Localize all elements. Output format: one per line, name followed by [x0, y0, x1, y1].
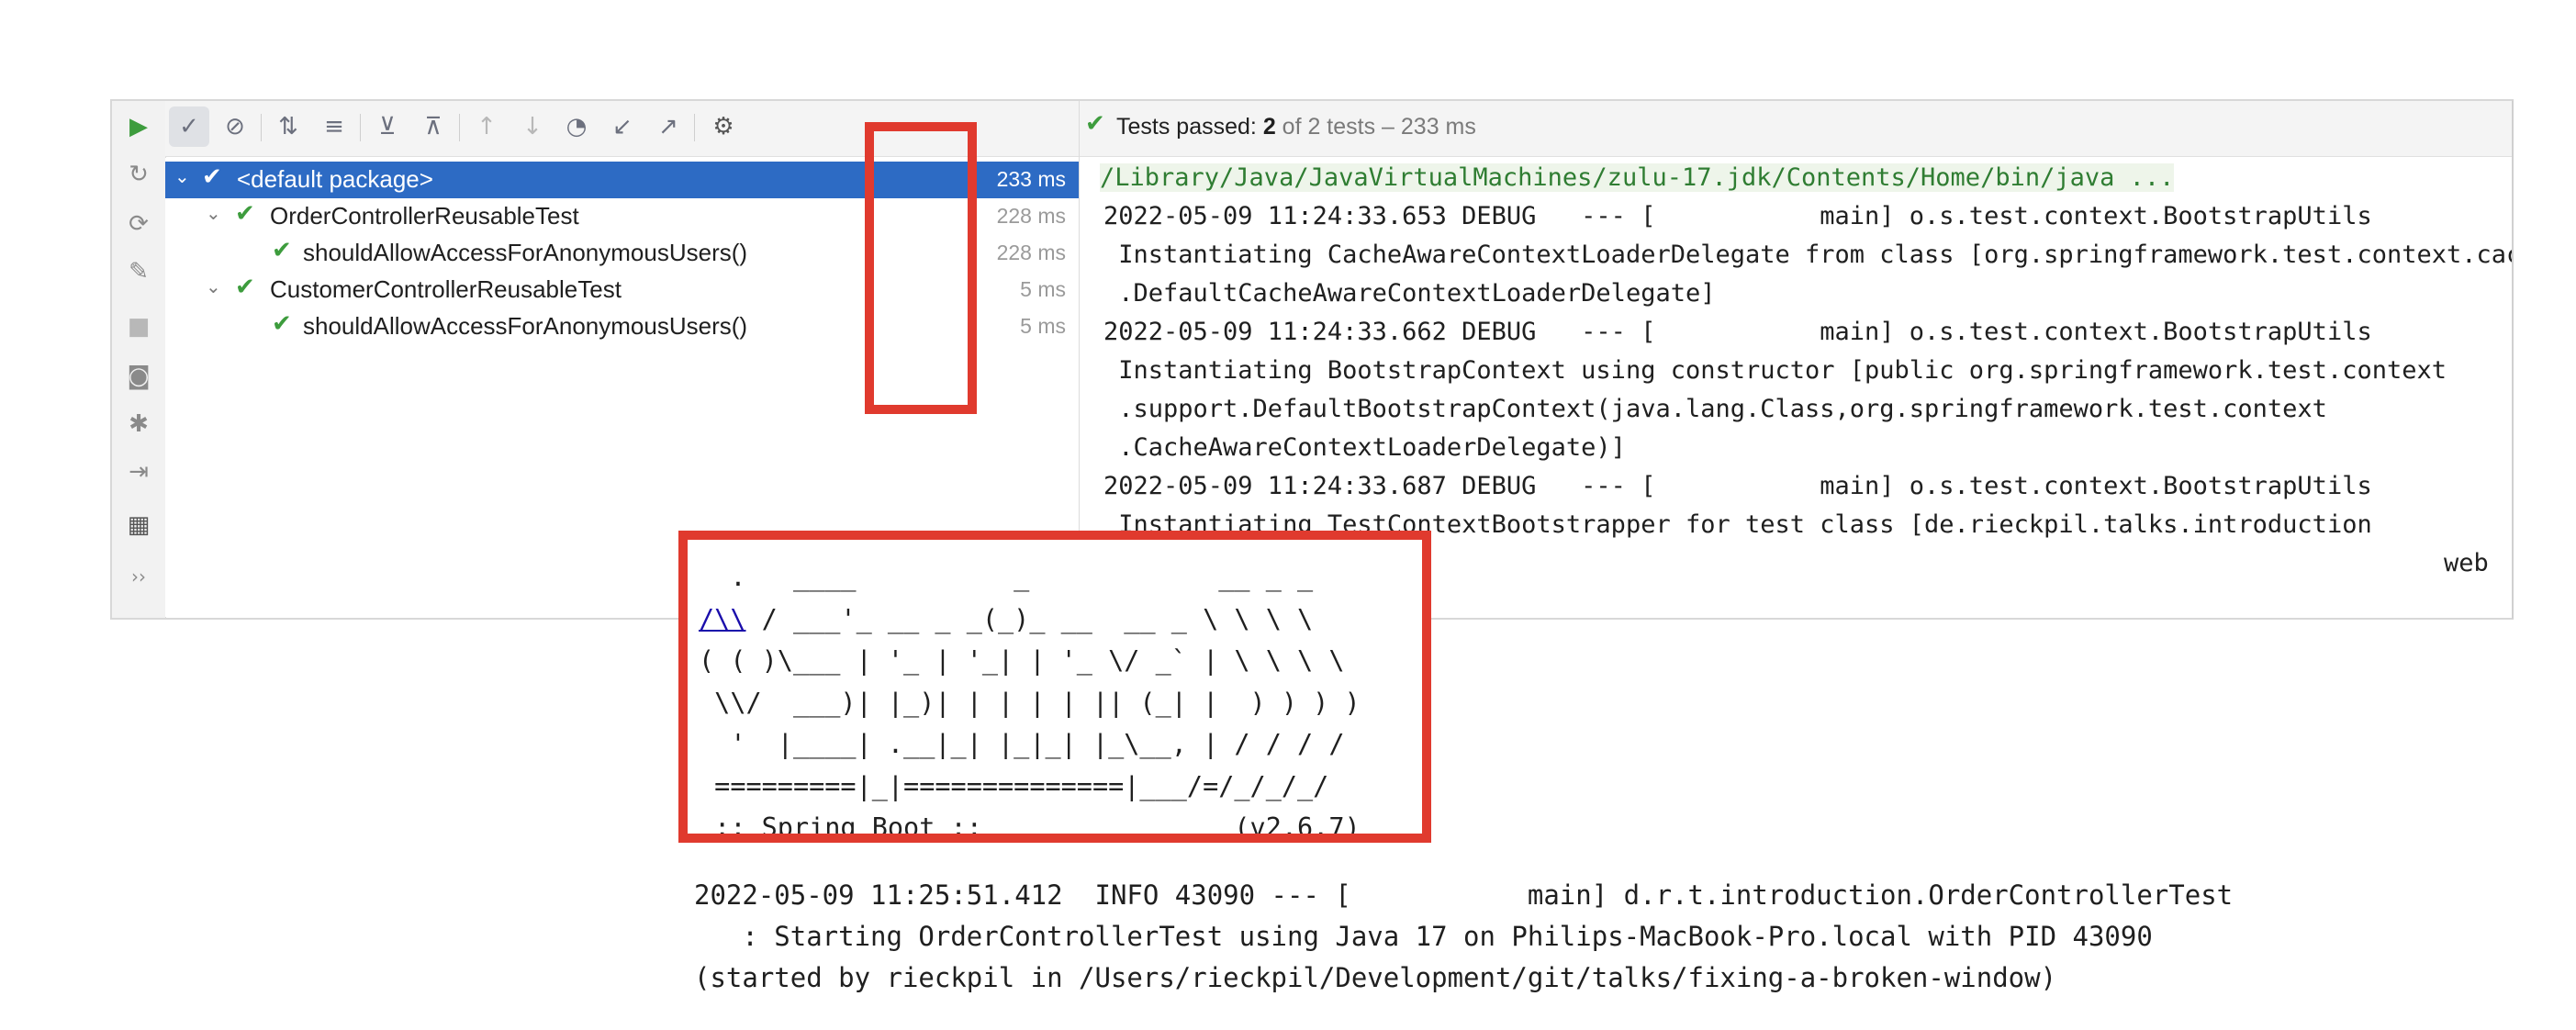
check-icon: ✔	[202, 163, 222, 191]
layout-icon[interactable]: ▦	[112, 505, 165, 545]
settings-icon[interactable]: ⚙	[703, 106, 744, 147]
check-icon: ✔	[235, 274, 255, 301]
prev-failed-icon[interactable]: ↑	[466, 106, 507, 147]
export-icon[interactable]: ↗	[648, 106, 689, 147]
chevron-down-icon[interactable]: ⌄	[206, 275, 221, 297]
check-icon: ✔	[1085, 110, 1105, 138]
run-icon[interactable]: ▶	[112, 106, 165, 147]
tree-row-label: shouldAllowAccessForAnonymousUsers()	[303, 312, 748, 340]
wrench-icon[interactable]: ✎	[112, 252, 165, 292]
cancel-icon[interactable]: ⊘	[215, 106, 255, 147]
banner-line: ' |____| .__|_| |_|_| |_\__, | / / / /	[699, 729, 1345, 759]
tree-row-time: 228 ms	[996, 241, 1066, 264]
banner-link[interactable]: /\\	[699, 604, 745, 634]
show-passed-check-icon[interactable]: ✓	[169, 106, 209, 147]
tree-row-time: 5 ms	[1020, 314, 1066, 338]
test-status-bar: ✔ Tests passed: 2 of 2 tests – 233 ms	[1080, 101, 2512, 157]
check-icon: ✔	[272, 237, 292, 264]
spring-boot-banner: . ____ _ __ _ _ /\\ / ___'_ __ _ _(_)_ _…	[678, 531, 1431, 843]
log-line: : Starting OrderControllerTest using Jav…	[694, 921, 2153, 952]
more-icon[interactable]: ››	[112, 556, 165, 597]
debug-icon[interactable]: ✱	[112, 404, 165, 444]
banner-line: . ____ _ __ _ _	[699, 562, 1314, 592]
next-failed-icon[interactable]: ↓	[512, 106, 553, 147]
tree-row-label: CustomerControllerReusableTest	[270, 275, 622, 303]
expand-all-icon[interactable]: ⊻	[367, 106, 408, 147]
banner-art: . ____ _ __ _ _ /\\ / ___'_ __ _ _(_)_ _…	[699, 556, 1361, 843]
log-line: (started by rieckpil in /Users/rieckpil/…	[694, 962, 2057, 993]
console-line: Instantiating BootstrapContext using con…	[1103, 356, 2447, 385]
chevron-down-icon[interactable]: ⌄	[174, 165, 190, 187]
console-line: .CacheAwareContextLoaderDelegate)]	[1103, 433, 1626, 462]
chevron-down-icon[interactable]: ⌄	[206, 202, 221, 224]
collapse-all-icon[interactable]: ⊼	[413, 106, 454, 147]
tree-row-time: 233 ms	[996, 167, 1066, 191]
camera-icon[interactable]: ◙	[112, 356, 165, 397]
console-line: 2022-05-09 11:24:33.687 DEBUG --- [ main…	[1103, 472, 2512, 500]
status-summary: of 2 tests – 233 ms	[1275, 114, 1476, 140]
duration-highlight-box	[865, 122, 977, 414]
test-status-text: Tests passed: 2 of 2 tests – 233 ms	[1116, 114, 1476, 140]
tree-row-time: 228 ms	[996, 204, 1066, 228]
sort-duration-icon[interactable]: ≡	[314, 106, 354, 147]
toolbar-separator	[694, 114, 695, 141]
stop-icon[interactable]: ■	[112, 307, 165, 347]
console-line: Instantiating CacheAwareContextLoaderDel…	[1103, 241, 2512, 269]
banner-version-line: :: Spring Boot :: (v2.6.7)	[699, 812, 1361, 843]
console-line: .DefaultCacheAwareContextLoaderDelegate]	[1103, 279, 1716, 308]
toolbar-separator	[261, 114, 262, 141]
banner-line: =========|_|==============|___/=/_/_/_/	[699, 770, 1329, 801]
exit-icon[interactable]: ⇥	[112, 452, 165, 492]
console-line: .support.DefaultBootstrapContext(java.la…	[1103, 395, 2327, 423]
console-line: 2022-05-09 11:24:33.662 DEBUG --- [ main…	[1103, 318, 2512, 346]
status-passed-count: 2	[1262, 114, 1276, 140]
console-line: 2022-05-09 11:24:33.653 DEBUG --- [ main…	[1103, 202, 2512, 230]
toolbar-separator	[360, 114, 361, 141]
import-icon[interactable]: ↙	[602, 106, 643, 147]
left-action-strip: ▶ ↻ ⟳ ✎ ■ ◙ ✱ ⇥ ▦ ››	[112, 101, 166, 618]
toggle-auto-test-icon[interactable]: ⟳	[112, 204, 165, 244]
banner-line: / ___'_ __ _ _(_)_ __ __ _ \ \ \ \	[745, 603, 1314, 634]
console-command-line[interactable]: /Library/Java/JavaVirtualMachines/zulu-1…	[1100, 163, 2175, 192]
sort-alpha-icon[interactable]: ⇅	[268, 106, 308, 147]
tree-row-time: 5 ms	[1020, 277, 1066, 301]
tree-row-label: OrderControllerReusableTest	[270, 202, 579, 230]
toolbar-separator	[459, 114, 460, 141]
check-icon: ✔	[272, 310, 292, 338]
tree-row-label: shouldAllowAccessForAnonymousUsers()	[303, 239, 748, 266]
banner-line: ( ( )\___ | '_ | '_| | '_ \/ _` | \ \ \ …	[699, 645, 1345, 676]
banner-line: \\/ ___)| |_)| | | | | || (_| | ) ) ) )	[699, 687, 1361, 718]
tree-row-label: <default package>	[237, 165, 433, 193]
log-line: 2022-05-09 11:25:51.412 INFO 43090 --- […	[694, 879, 2234, 911]
console-line: web	[2444, 549, 2489, 577]
status-passed-label: Tests passed:	[1116, 114, 1263, 140]
check-icon: ✔	[235, 200, 255, 228]
history-icon[interactable]: ◔	[556, 106, 597, 147]
rerun-failed-icon[interactable]: ↻	[112, 154, 165, 195]
